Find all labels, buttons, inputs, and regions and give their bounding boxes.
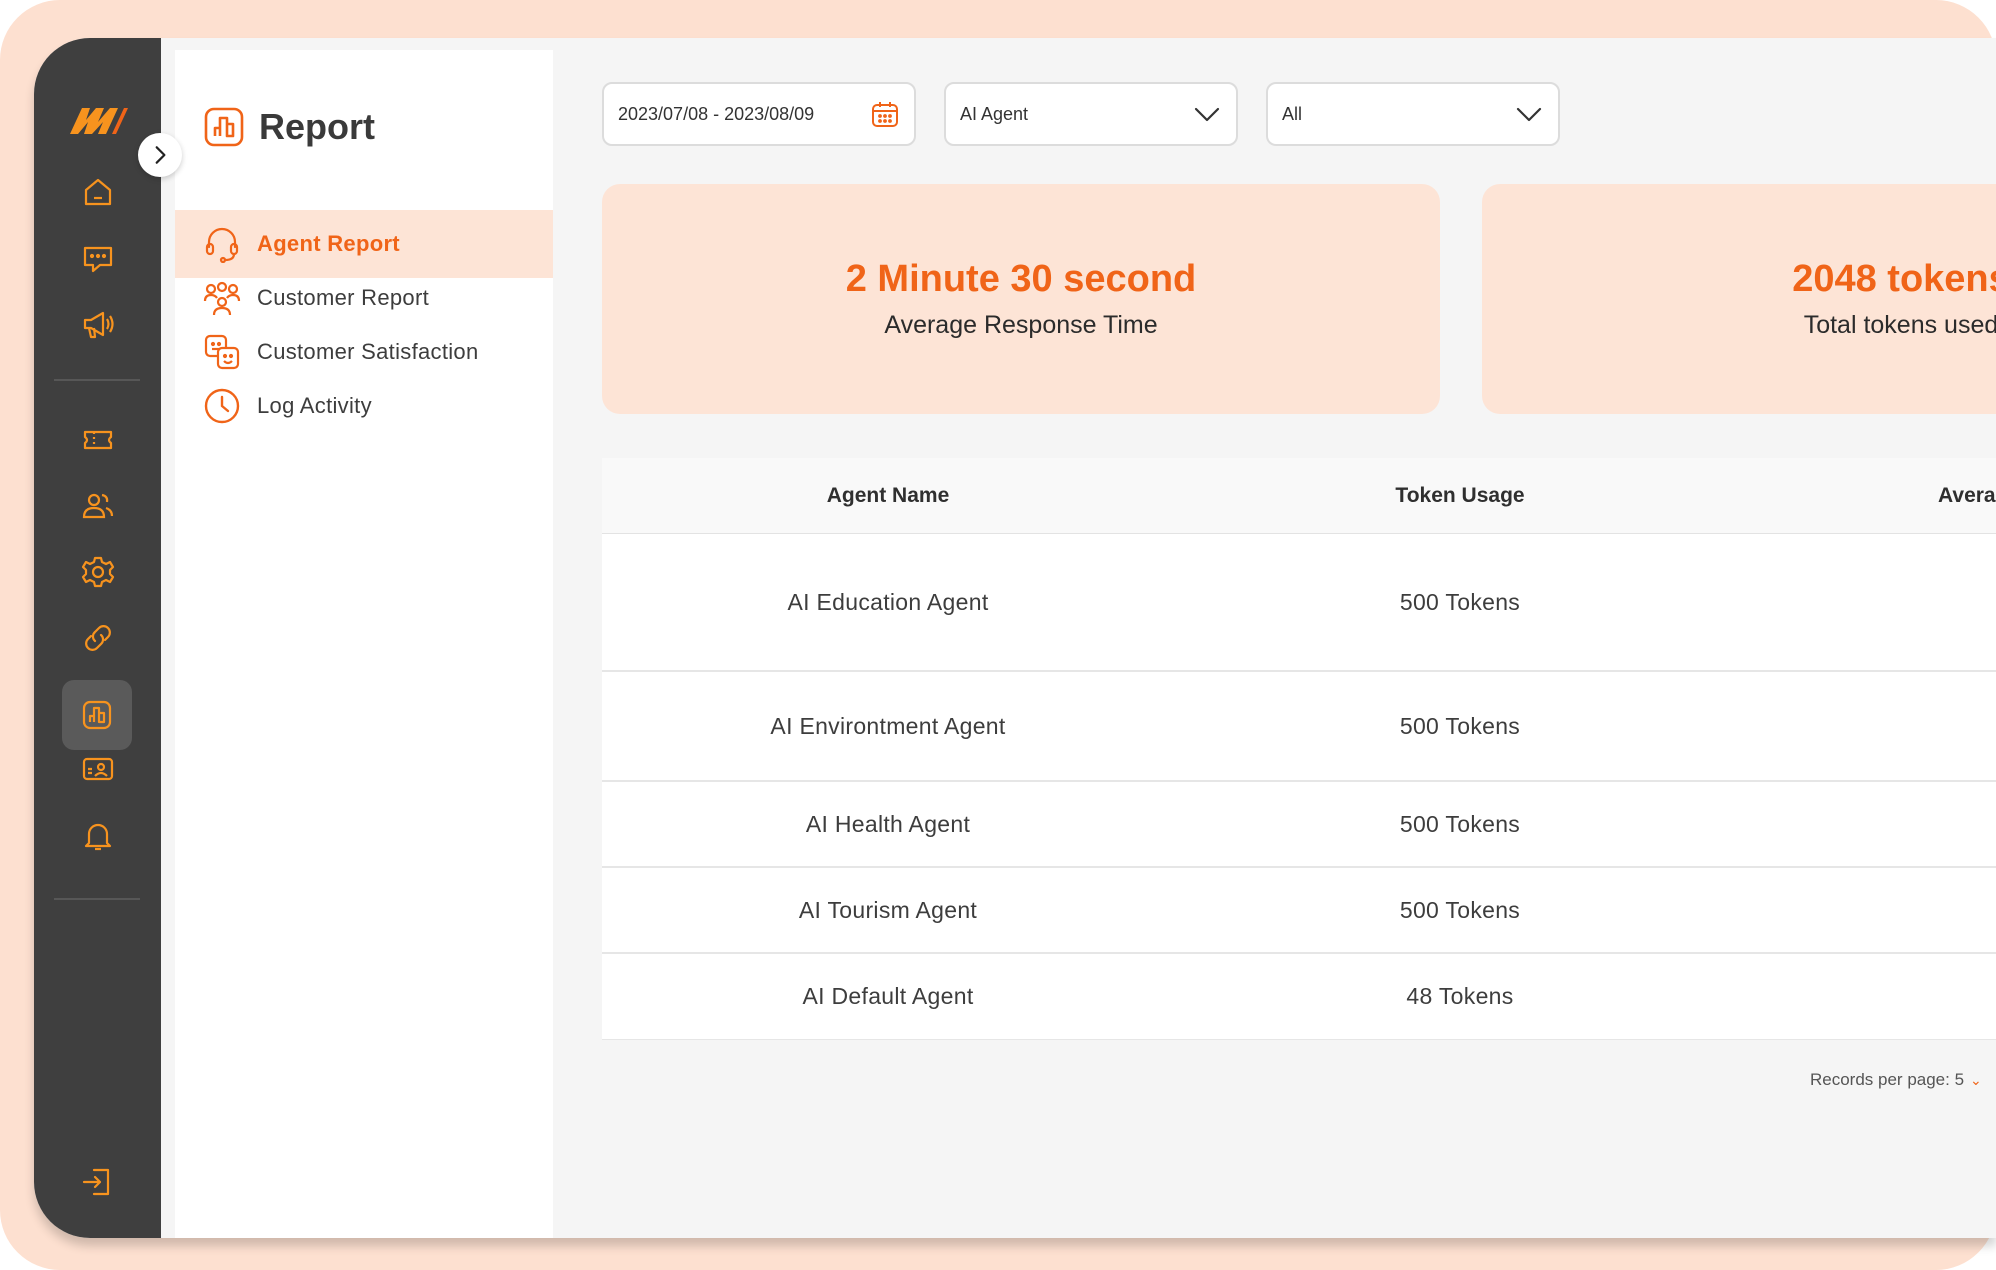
logout-icon[interactable] [68,1152,128,1212]
submenu-item-log-activity[interactable]: Log Activity [175,372,553,440]
agent-type-select[interactable]: AI Agent [944,82,1238,146]
table-row[interactable]: AI Health Agent 500 Tokens [602,782,1996,868]
cell-token-usage: 500 Tokens [1399,588,1521,615]
customers-icon [203,281,241,316]
stat-value: 2048 tokens [1792,258,1996,300]
headset-icon [205,227,239,263]
app-window: Report Agent Report Customer Report Cust… [34,38,1996,1238]
submenu-item-label: Customer Satisfaction [257,339,479,364]
column-header-token-usage[interactable]: Token Usage [1174,458,1746,534]
stat-value: 2 Minute 30 second [845,258,1197,300]
stat-label: Average Response Time [884,311,1158,339]
agent-type-value: AI Agent [960,103,1029,124]
clock-icon [204,388,240,424]
column-header-average[interactable]: Average [1938,458,1996,534]
column-header-agent-name[interactable]: Agent Name [602,458,1174,534]
table-header: Agent Name Token Usage Average [602,458,1996,534]
agent-screen-icon[interactable] [68,740,128,800]
table-row[interactable]: AI Environtment Agent 500 Tokens [602,672,1996,782]
stat-card-response-time: 2 Minute 30 second Average Response Time [602,184,1440,414]
report-icon [204,107,244,147]
records-per-page[interactable]: Records per page: 5 ⌄ [1810,1070,1982,1090]
home-icon[interactable] [68,162,128,222]
rail-divider [54,379,140,381]
users-icon[interactable] [68,476,128,536]
chat-icon[interactable] [68,228,128,288]
agent-report-table: Agent Name Token Usage Average AI Educat… [602,458,1996,1040]
chevron-down-icon: ⌄ [1970,1072,1982,1088]
scope-select[interactable]: All [1266,82,1560,146]
chevron-down-icon [1194,107,1220,122]
brand-logo[interactable] [68,102,128,136]
table-row[interactable]: AI Tourism Agent 500 Tokens [602,868,1996,954]
chevron-right-icon [155,146,166,164]
date-range-value: 2023/07/08 - 2023/08/09 [618,103,815,124]
cell-token-usage: 500 Tokens [1399,712,1521,739]
cell-agent-name: AI Tourism Agent [798,896,978,923]
gear-icon[interactable] [68,542,128,602]
report-submenu: Report Agent Report Customer Report Cust… [175,50,553,1238]
records-per-page-label: Records per page: 5 [1810,1070,1965,1089]
collapse-sidebar-button[interactable] [138,133,182,177]
submenu-item-label: Customer Report [257,285,430,310]
cell-token-usage: 500 Tokens [1399,810,1521,837]
satisfaction-icon [204,334,240,370]
table-row[interactable]: AI Education Agent 500 Tokens [602,534,1996,672]
megaphone-icon[interactable] [68,294,128,354]
stat-card-total-tokens: 2048 tokens Total tokens used [1482,184,1996,414]
cell-agent-name: AI Health Agent [805,810,971,837]
date-range-picker[interactable]: 2023/07/08 - 2023/08/09 [602,82,916,146]
page-title: Report [259,106,375,147]
calendar-icon [872,102,898,127]
cell-token-usage: 48 Tokens [1406,983,1514,1009]
cell-agent-name: AI Education Agent [787,588,989,615]
rail-divider [54,898,140,900]
scope-value: All [1282,103,1303,124]
cell-token-usage: 500 Tokens [1399,896,1521,923]
submenu-item-label: Log Activity [257,393,372,418]
icon-rail [34,38,161,1238]
table-row[interactable]: AI Default Agent 48 Tokens [602,954,1996,1040]
link-icon[interactable] [68,608,128,668]
page-title-group: Report [203,106,375,148]
cell-agent-name: AI Environtment Agent [770,712,1006,739]
stat-label: Total tokens used [1803,311,1996,339]
bell-icon[interactable] [68,806,128,866]
submenu-item-label: Agent Report [257,231,400,256]
ticket-icon[interactable] [68,410,128,470]
chevron-down-icon [1516,107,1542,122]
cell-agent-name: AI Default Agent [802,983,974,1009]
